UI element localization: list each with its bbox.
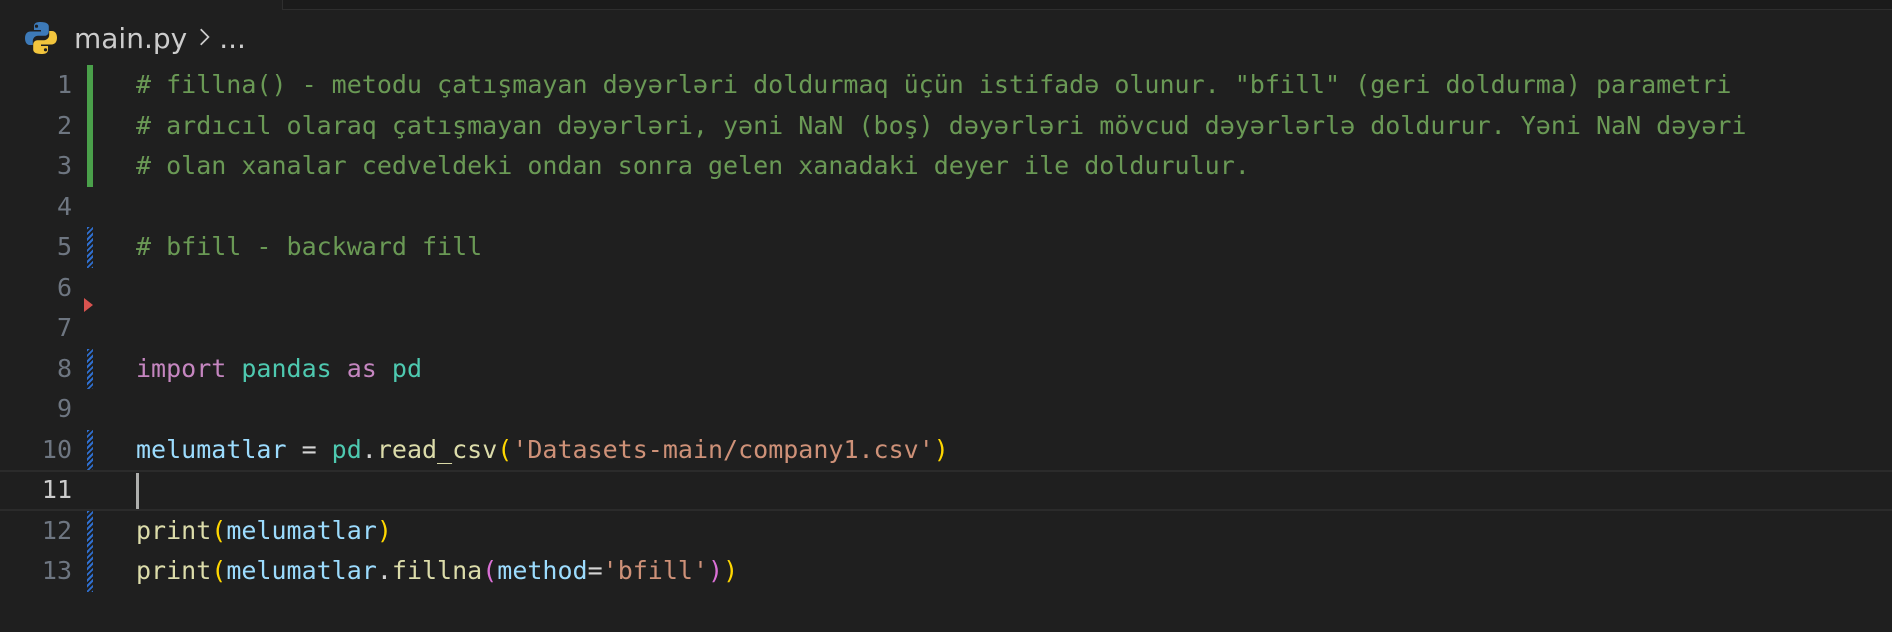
breadcrumb-file[interactable]: main.py bbox=[74, 22, 187, 55]
comment: # fillna() - metodu çatışmayan dəyərləri… bbox=[136, 70, 1732, 99]
line-number: 9 bbox=[56, 394, 72, 423]
function-name: read_csv bbox=[376, 434, 498, 464]
keyword-import: import bbox=[136, 353, 227, 383]
code-line[interactable]: 13 print(melumatlar.fillna(method='bfill… bbox=[0, 551, 1892, 592]
code-line[interactable]: 1 # fillna() - metodu çatışmayan dəyərlə… bbox=[0, 65, 1892, 106]
code-line[interactable]: 2 # ardıcıl olaraq çatışmayan dəyərləri,… bbox=[0, 105, 1892, 147]
bracket: ( bbox=[211, 556, 227, 585]
code-line[interactable]: 5 # bfill - backward fill bbox=[0, 227, 1892, 268]
comment: # bfill - backward fill bbox=[136, 232, 483, 261]
variable: melumatlar bbox=[136, 434, 287, 464]
code-line[interactable]: 7 bbox=[0, 308, 1892, 349]
function-name: print bbox=[136, 556, 212, 585]
line-content[interactable] bbox=[136, 472, 139, 509]
line-number: 5 bbox=[56, 232, 72, 261]
module-alias: pd bbox=[331, 434, 362, 464]
line-content[interactable]: print(melumatlar.fillna(method='bfill')) bbox=[136, 551, 738, 592]
line-content[interactable]: print(melumatlar) bbox=[136, 511, 392, 552]
bracket: ( bbox=[211, 515, 227, 545]
line-number: 12 bbox=[41, 515, 72, 545]
line-number: 3 bbox=[56, 151, 72, 180]
bracket: ) bbox=[708, 556, 724, 585]
module-alias: pd bbox=[391, 353, 423, 383]
comment: # ardıcıl olaraq çatışmayan dəyərləri, y… bbox=[136, 110, 1747, 140]
line-number: 1 bbox=[56, 70, 72, 99]
gutter-modified-marker[interactable] bbox=[87, 510, 93, 551]
module-name: pandas bbox=[241, 353, 332, 383]
gutter-modified-marker[interactable] bbox=[87, 348, 93, 389]
line-number: 13 bbox=[41, 556, 72, 585]
breadcrumb: main.py ... bbox=[22, 18, 246, 58]
python-icon bbox=[22, 19, 60, 57]
line-content[interactable]: # fillna() - metodu çatışmayan dəyərləri… bbox=[136, 65, 1731, 106]
line-number: 4 bbox=[56, 191, 72, 221]
bracket: ) bbox=[723, 556, 739, 585]
dot: . bbox=[361, 434, 377, 464]
line-content[interactable]: import pandas as pd bbox=[136, 349, 422, 390]
line-content[interactable]: # bfill - backward fill bbox=[136, 227, 482, 268]
line-number: 6 bbox=[56, 272, 72, 302]
breadcrumb-more[interactable]: ... bbox=[219, 22, 246, 55]
line-number: 8 bbox=[56, 353, 72, 383]
keyword-as: as bbox=[346, 353, 377, 383]
function-name: print bbox=[136, 515, 212, 545]
line-number: 10 bbox=[41, 434, 72, 464]
dot: . bbox=[376, 556, 392, 585]
gutter-modified-marker[interactable] bbox=[87, 551, 93, 592]
variable: melumatlar bbox=[226, 556, 377, 585]
code-line[interactable]: 9 bbox=[0, 389, 1892, 430]
operator: = bbox=[587, 556, 603, 585]
bracket: ) bbox=[933, 434, 949, 464]
code-editor[interactable]: 1 # fillna() - metodu çatışmayan dəyərlə… bbox=[0, 65, 1892, 592]
line-number: 2 bbox=[56, 110, 72, 140]
line-content[interactable]: melumatlar = pd.read_csv('Datasets-main/… bbox=[136, 430, 949, 471]
chevron-right-icon bbox=[199, 22, 211, 55]
editor-tab-bar-edge bbox=[282, 0, 1892, 10]
code-line[interactable]: 8 import pandas as pd bbox=[0, 348, 1892, 390]
line-number: 7 bbox=[56, 313, 72, 342]
gutter-modified-marker[interactable] bbox=[87, 227, 93, 268]
code-line[interactable]: 6 bbox=[0, 268, 1892, 312]
line-number-active: 11 bbox=[41, 475, 72, 504]
code-line[interactable]: 4 bbox=[0, 187, 1892, 228]
line-content[interactable]: # ardıcıl olaraq çatışmayan dəyərləri, y… bbox=[136, 106, 1747, 147]
gutter-added-marker[interactable] bbox=[87, 105, 93, 146]
bracket: ( bbox=[482, 556, 498, 585]
string-literal: 'bfill' bbox=[602, 556, 709, 585]
code-line-active[interactable]: 11 bbox=[0, 470, 1892, 511]
bracket: ( bbox=[497, 434, 513, 464]
method-name: fillna bbox=[391, 556, 483, 585]
comment: # olan xanalar cedveldeki ondan sonra ge… bbox=[136, 151, 1250, 180]
operator: = bbox=[286, 434, 332, 464]
bracket: ) bbox=[376, 515, 392, 545]
line-content[interactable]: # olan xanalar cedveldeki ondan sonra ge… bbox=[136, 146, 1250, 187]
string-literal: 'Datasets-main/company1.csv' bbox=[512, 434, 934, 464]
text-cursor bbox=[136, 473, 139, 509]
gutter-added-marker[interactable] bbox=[87, 65, 93, 106]
gutter-modified-marker[interactable] bbox=[87, 429, 93, 470]
gutter-added-marker[interactable] bbox=[87, 146, 93, 187]
keyword-argument: method bbox=[497, 556, 588, 585]
code-line[interactable]: 12 print(melumatlar) bbox=[0, 510, 1892, 552]
variable: melumatlar bbox=[226, 515, 377, 545]
code-line[interactable]: 10 melumatlar = pd.read_csv('Datasets-ma… bbox=[0, 429, 1892, 471]
code-line[interactable]: 3 # olan xanalar cedveldeki ondan sonra … bbox=[0, 146, 1892, 187]
